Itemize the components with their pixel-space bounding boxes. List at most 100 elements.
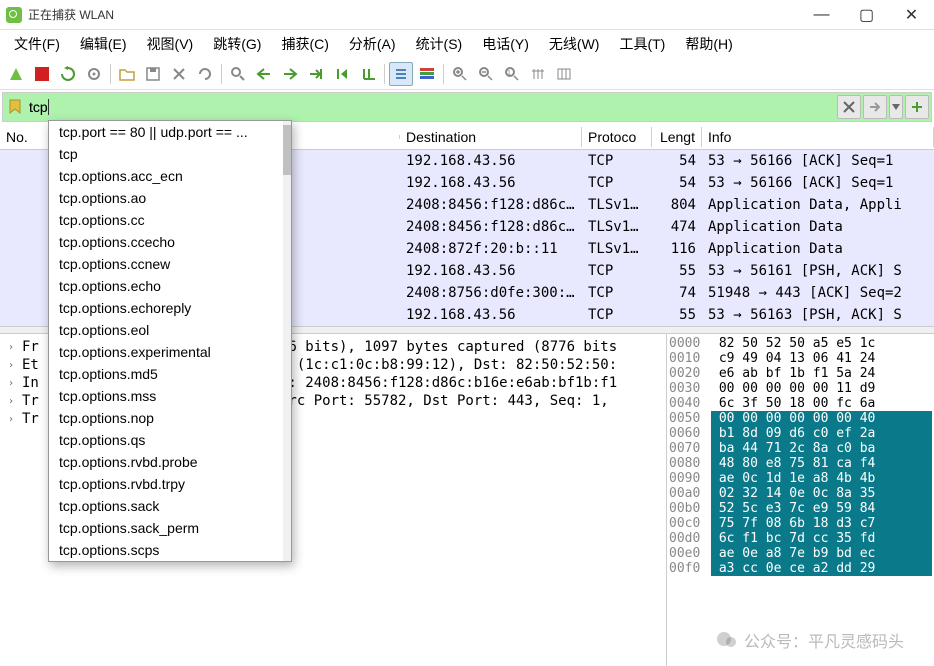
- zoom-reset-button[interactable]: 1: [500, 62, 524, 86]
- hex-row[interactable]: 0080 48 80 e8 75 81 ca f4: [669, 456, 932, 471]
- hex-row[interactable]: 0040 6c 3f 50 18 00 fc 6a: [669, 396, 932, 411]
- menu-9[interactable]: 工具(T): [611, 32, 673, 56]
- hex-row[interactable]: 0000 82 50 52 50 a5 e5 1c: [669, 336, 932, 351]
- autocomplete-item[interactable]: tcp.options.rvbd.trpy: [49, 473, 291, 495]
- minimize-button[interactable]: —: [799, 0, 844, 30]
- hex-row[interactable]: 0070 ba 44 71 2c 8a c0 ba: [669, 441, 932, 456]
- hex-row[interactable]: 00a0 02 32 14 0e 0c 8a 35: [669, 486, 932, 501]
- packet-bytes-pane: 0000 82 50 52 50 a5 e5 1c0010 c9 49 04 1…: [666, 334, 934, 666]
- hex-row[interactable]: 00f0 a3 cc 0e ce a2 dd 29: [669, 561, 932, 576]
- hex-row[interactable]: 0050 00 00 00 00 00 00 40: [669, 411, 932, 426]
- menu-2[interactable]: 视图(V): [139, 32, 202, 56]
- autocomplete-item[interactable]: tcp.options.sack_perm: [49, 517, 291, 539]
- expand-icon[interactable]: ›: [8, 342, 22, 353]
- hex-offset: 0080: [669, 456, 711, 471]
- expand-icon[interactable]: ›: [8, 414, 22, 425]
- autocomplete-item[interactable]: tcp.options.md5: [49, 363, 291, 385]
- autocomplete-item[interactable]: tcp.options.qs: [49, 429, 291, 451]
- go-first-button[interactable]: [330, 62, 354, 86]
- restart-capture-button[interactable]: [56, 62, 80, 86]
- col-protocol[interactable]: Protoco: [582, 127, 652, 147]
- autocomplete-item[interactable]: tcp.options.scps: [49, 539, 291, 561]
- autocomplete-item[interactable]: tcp.options.cc: [49, 209, 291, 231]
- menu-0[interactable]: 文件(F): [6, 32, 68, 56]
- autocomplete-item[interactable]: tcp.options.acc_ecn: [49, 165, 291, 187]
- hex-row[interactable]: 0090 ae 0c 1d 1e a8 4b 4b: [669, 471, 932, 486]
- hex-offset: 00c0: [669, 516, 711, 531]
- autocomplete-item[interactable]: tcp.options.experimental: [49, 341, 291, 363]
- add-filter-button[interactable]: [905, 95, 929, 119]
- expand-icon[interactable]: ›: [8, 396, 22, 407]
- menu-10[interactable]: 帮助(H): [677, 32, 740, 56]
- col-no[interactable]: No.: [0, 127, 52, 147]
- autocomplete-item[interactable]: tcp.options.ccecho: [49, 231, 291, 253]
- shark-fin-icon[interactable]: [4, 62, 28, 86]
- find-button[interactable]: [226, 62, 250, 86]
- hex-bytes: 52 5c e3 7c e9 59 84: [711, 501, 932, 516]
- menu-7[interactable]: 电话(Y): [474, 32, 537, 56]
- save-file-button[interactable]: [141, 62, 165, 86]
- hex-row[interactable]: 0060 b1 8d 09 d6 c0 ef 2a: [669, 426, 932, 441]
- cell-dst: 2408:872f:20:b::11: [400, 241, 582, 257]
- auto-scroll-button[interactable]: [389, 62, 413, 86]
- autocomplete-item[interactable]: tcp.options.sack: [49, 495, 291, 517]
- close-file-button[interactable]: [167, 62, 191, 86]
- col-info[interactable]: Info: [702, 127, 934, 147]
- expand-icon[interactable]: ›: [8, 360, 22, 371]
- zoom-in-button[interactable]: [448, 62, 472, 86]
- hex-row[interactable]: 00c0 75 7f 08 6b 18 d3 c7: [669, 516, 932, 531]
- go-back-button[interactable]: [252, 62, 276, 86]
- open-file-button[interactable]: [115, 62, 139, 86]
- menu-1[interactable]: 编辑(E): [72, 32, 135, 56]
- autocomplete-item[interactable]: tcp.options.nop: [49, 407, 291, 429]
- menubar: 文件(F)编辑(E)视图(V)跳转(G)捕获(C)分析(A)统计(S)电话(Y)…: [0, 30, 934, 58]
- zoom-out-button[interactable]: [474, 62, 498, 86]
- hex-row[interactable]: 00e0 ae 0e a8 7e b9 bd ec: [669, 546, 932, 561]
- menu-8[interactable]: 无线(W): [541, 32, 608, 56]
- filter-dropdown-button[interactable]: [889, 95, 903, 119]
- stop-capture-button[interactable]: [30, 62, 54, 86]
- resize-all-button[interactable]: [552, 62, 576, 86]
- hex-offset: 0050: [669, 411, 711, 426]
- bookmark-icon[interactable]: [5, 97, 25, 117]
- autocomplete-item[interactable]: tcp.options.eol: [49, 319, 291, 341]
- go-last-button[interactable]: [356, 62, 380, 86]
- tree-prefix: In: [22, 375, 40, 391]
- col-length[interactable]: Lengt: [652, 127, 702, 147]
- menu-6[interactable]: 统计(S): [408, 32, 471, 56]
- hex-row[interactable]: 00b0 52 5c e3 7c e9 59 84: [669, 501, 932, 516]
- hex-row[interactable]: 0020 e6 ab bf 1b f1 5a 24: [669, 366, 932, 381]
- menu-5[interactable]: 分析(A): [341, 32, 404, 56]
- reload-button[interactable]: [193, 62, 217, 86]
- autocomplete-item[interactable]: tcp.options.ao: [49, 187, 291, 209]
- autocomplete-item[interactable]: tcp.options.echoreply: [49, 297, 291, 319]
- autocomplete-item[interactable]: tcp.options.ccnew: [49, 253, 291, 275]
- autocomplete-item[interactable]: tcp.options.rvbd.probe: [49, 451, 291, 473]
- expand-icon[interactable]: ›: [8, 378, 22, 389]
- clear-filter-button[interactable]: [837, 95, 861, 119]
- jump-packet-button[interactable]: [304, 62, 328, 86]
- go-forward-button[interactable]: [278, 62, 302, 86]
- autocomplete-item[interactable]: tcp.port == 80 || udp.port == ...: [49, 121, 291, 143]
- close-button[interactable]: ✕: [889, 0, 934, 30]
- autocomplete-item[interactable]: tcp: [49, 143, 291, 165]
- capture-options-button[interactable]: [82, 62, 106, 86]
- display-filter-input[interactable]: [27, 95, 835, 119]
- dropdown-scrollbar[interactable]: [283, 121, 291, 561]
- cell-proto: TCP: [582, 175, 652, 191]
- colorize-button[interactable]: [415, 62, 439, 86]
- hex-offset: 0090: [669, 471, 711, 486]
- col-destination[interactable]: Destination: [400, 127, 582, 147]
- maximize-button[interactable]: ▢: [844, 0, 889, 30]
- menu-3[interactable]: 跳转(G): [205, 32, 269, 56]
- autocomplete-item[interactable]: tcp.options.mss: [49, 385, 291, 407]
- autocomplete-item[interactable]: tcp.options.echo: [49, 275, 291, 297]
- hex-row[interactable]: 0010 c9 49 04 13 06 41 24: [669, 351, 932, 366]
- hex-row[interactable]: 0030 00 00 00 00 00 11 d9: [669, 381, 932, 396]
- cell-info: 53 → 56166 [ACK] Seq=1: [702, 153, 934, 169]
- toolbar-separator: [443, 64, 444, 84]
- resize-columns-button[interactable]: [526, 62, 550, 86]
- menu-4[interactable]: 捕获(C): [273, 32, 336, 56]
- apply-filter-button[interactable]: [863, 95, 887, 119]
- hex-row[interactable]: 00d0 6c f1 bc 7d cc 35 fd: [669, 531, 932, 546]
